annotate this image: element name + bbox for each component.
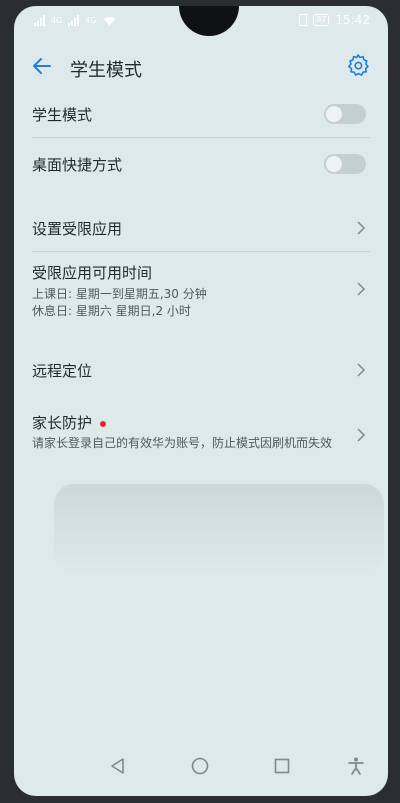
vibrate-icon <box>299 14 308 26</box>
status-right: 87 15:42 <box>299 13 370 27</box>
row-desktop-shortcut[interactable]: 桌面快捷方式 <box>14 138 388 188</box>
restricted-apps-label: 设置受限应用 <box>32 220 123 238</box>
chevron-right-icon <box>357 363 366 377</box>
background-shade <box>54 484 384 574</box>
triangle-back-icon[interactable] <box>108 756 128 776</box>
row-remote-location[interactable]: 远程定位 <box>14 342 388 396</box>
remote-location-label: 远程定位 <box>32 362 93 380</box>
arrow-left-icon[interactable] <box>28 52 56 80</box>
available-time-label: 受限应用可用时间 <box>32 264 153 282</box>
student-mode-toggle[interactable] <box>324 104 366 124</box>
desktop-shortcut-label: 桌面快捷方式 <box>32 156 123 174</box>
settings-list: 学生模式 桌面快捷方式 设置受限应用 受限应用可用时间 上课日: 星期一到星期五… <box>14 90 388 472</box>
phone-screen: 4G 4G 87 15:42 学生模式 学生模式 桌面快捷方式 设置受限应用 受… <box>14 6 388 796</box>
wifi-icon <box>103 16 116 25</box>
row-restricted-apps[interactable]: 设置受限应用 <box>14 202 388 252</box>
battery-icon: 87 <box>313 14 330 26</box>
new-badge-dot <box>100 420 107 427</box>
chevron-right-icon <box>357 221 366 235</box>
network-type-1: 4G <box>51 16 63 25</box>
toggle-knob <box>326 156 342 172</box>
parent-protection-description: 请家长登录自己的有效华为账号，防止模式因刷机而失效 <box>32 436 333 450</box>
accessibility-icon[interactable] <box>346 756 366 776</box>
chevron-right-icon <box>357 428 366 442</box>
status-bar: 4G 4G 87 15:42 <box>14 6 388 40</box>
signal-icon <box>34 15 45 26</box>
rest-days-text: 休息日: 星期六 星期日,2 小时 <box>32 304 191 318</box>
student-mode-label: 学生模式 <box>32 106 93 124</box>
square-recent-icon[interactable] <box>272 756 292 776</box>
chevron-right-icon <box>357 282 366 296</box>
school-days-text: 上课日: 星期一到星期五,30 分钟 <box>32 287 207 301</box>
app-header: 学生模式 <box>14 44 388 88</box>
row-parent-protection[interactable]: 家长防护 请家长登录自己的有效华为账号，防止模式因刷机而失效 <box>14 406 388 472</box>
parent-protection-label: 家长防护 <box>32 414 93 432</box>
status-left: 4G 4G <box>34 15 116 26</box>
status-time: 15:42 <box>335 13 370 27</box>
toggle-knob <box>326 106 342 122</box>
signal-icon-2 <box>68 15 80 26</box>
row-available-time[interactable]: 受限应用可用时间 上课日: 星期一到星期五,30 分钟 休息日: 星期六 星期日… <box>14 252 388 326</box>
network-type-2: 4G <box>85 16 97 25</box>
navigation-bar <box>14 746 388 786</box>
row-student-mode[interactable]: 学生模式 <box>14 90 388 138</box>
parent-protection-title: 家长防护 <box>32 406 348 433</box>
page-title: 学生模式 <box>70 60 142 81</box>
camera-notch <box>179 6 239 36</box>
desktop-shortcut-toggle[interactable] <box>324 154 366 174</box>
gear-icon[interactable] <box>346 53 370 77</box>
circle-home-icon[interactable] <box>190 756 210 776</box>
